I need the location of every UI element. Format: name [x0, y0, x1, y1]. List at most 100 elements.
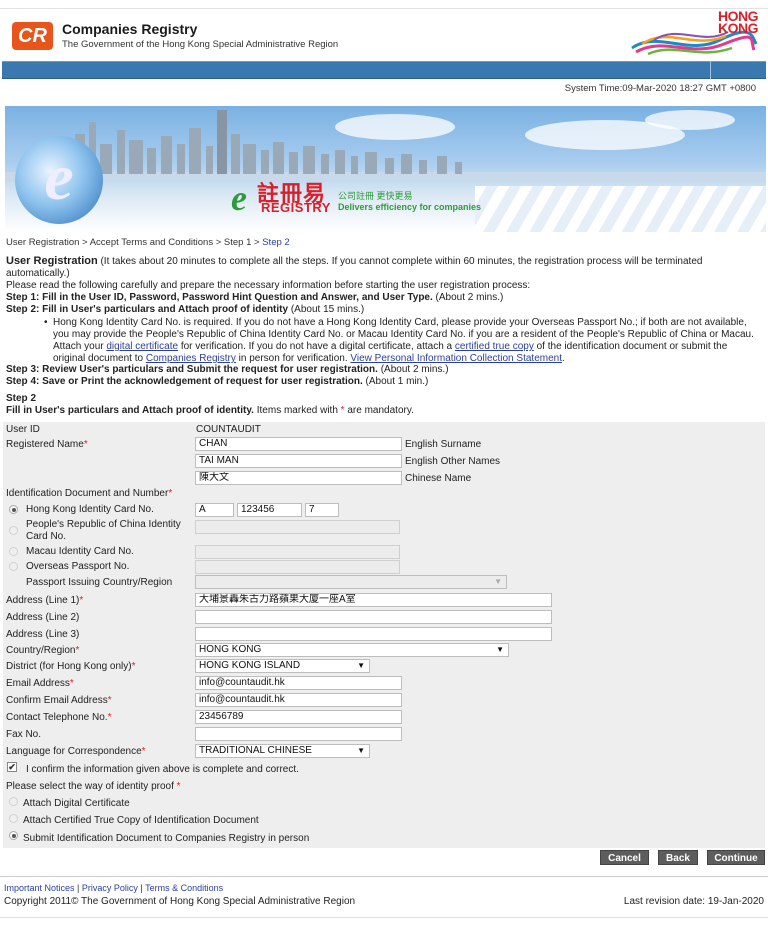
- email-input[interactable]: info@countaudit.hk: [195, 676, 402, 690]
- back-button[interactable]: Back: [658, 850, 698, 865]
- continue-button[interactable]: Continue: [707, 850, 765, 865]
- address-line2-input[interactable]: [195, 610, 552, 624]
- address-line3-input[interactable]: [195, 627, 552, 641]
- address-line1-input[interactable]: 大埔景轟朱古力路蘋果大廈一座A室: [195, 593, 552, 607]
- copyright-notice: Copyright 2011© The Government of Hong K…: [4, 896, 356, 907]
- proof-in-person-label: Submit Identification Document to Compan…: [23, 833, 310, 844]
- macau-id-input[interactable]: [195, 545, 400, 559]
- district-select-value: HONG KONG ISLAND: [199, 660, 301, 671]
- navigation-bar: [2, 61, 766, 79]
- proof-in-person-radio[interactable]: [9, 831, 18, 840]
- breadcrumb: User Registration > Accept Terms and Con…: [6, 237, 290, 248]
- hkid-label: Hong Kong Identity Card No.: [26, 504, 154, 515]
- prc-id-label-line: Card No.: [26, 531, 67, 542]
- phone-label: Contact Telephone No.*: [6, 712, 111, 723]
- prc-id-label-line: People's Republic of China Identity: [26, 519, 181, 530]
- step1-time: (About 2 mins.): [432, 292, 504, 303]
- hkid-check-digit-input[interactable]: 7: [305, 503, 339, 517]
- breadcrumb-current: Step 2: [262, 237, 290, 248]
- step4-title: Step 4: Save or Print the acknowledgemen…: [6, 376, 363, 387]
- banner-stripes: [475, 186, 766, 232]
- required-marker: *: [176, 781, 181, 792]
- hkid-number-input[interactable]: 123456: [237, 503, 302, 517]
- address-line1-label-text: Address (Line 1): [6, 595, 80, 606]
- address-line1-label: Address (Line 1)*: [6, 595, 83, 606]
- prc-id-input[interactable]: [195, 520, 400, 534]
- registered-name-label: Registered Name*: [6, 439, 88, 450]
- page-title: User Registration: [6, 255, 98, 267]
- companies-registry-logo[interactable]: CR: [12, 22, 53, 50]
- intro-heading: User Registration (It takes about 20 min…: [6, 255, 746, 280]
- english-surname-input[interactable]: CHAN: [195, 437, 402, 451]
- passport-country-select[interactable]: ▼: [195, 575, 507, 589]
- hkid-radio[interactable]: [9, 505, 18, 514]
- required-marker: *: [107, 695, 112, 706]
- language-select[interactable]: TRADITIONAL CHINESE ▼: [195, 744, 370, 758]
- proof-certified-copy-radio[interactable]: [9, 814, 18, 823]
- english-surname-caption: English Surname: [405, 439, 482, 450]
- fax-input[interactable]: [195, 727, 402, 741]
- breadcrumb-separator: >: [251, 237, 263, 248]
- identification-document-label: Identification Document and Number*: [6, 488, 172, 499]
- english-other-names-input[interactable]: TAI MAN: [195, 454, 402, 468]
- email-label: Email Address*: [6, 678, 74, 689]
- required-marker: *: [131, 661, 136, 672]
- country-select-value: HONG KONG: [199, 644, 262, 655]
- step1-description: Step 1: Fill in the User ID, Password, P…: [6, 292, 503, 304]
- district-label-text: District (for Hong Kong only): [6, 661, 132, 672]
- chevron-down-icon: ▼: [496, 645, 504, 654]
- banner-cloud: [335, 114, 455, 140]
- macau-id-radio[interactable]: [9, 547, 18, 556]
- proof-certified-copy-label: Attach Certified True Copy of Identifica…: [23, 815, 259, 826]
- user-id-label: User ID: [6, 424, 40, 435]
- confirm-email-input[interactable]: info@countaudit.hk: [195, 693, 402, 707]
- email-label-text: Email Address: [6, 678, 70, 689]
- footer-divider: [0, 876, 768, 877]
- section-step-label: Step 2: [6, 393, 37, 404]
- overseas-passport-label: Overseas Passport No.: [26, 561, 130, 572]
- footer-separator: |: [74, 883, 82, 893]
- phone-input[interactable]: 23456789: [195, 710, 402, 724]
- passport-country-label: Passport Issuing Country/Region: [26, 577, 173, 588]
- digital-certificate-link[interactable]: digital certificate: [106, 341, 178, 352]
- companies-registry-link[interactable]: Companies Registry: [146, 353, 236, 364]
- cancel-button[interactable]: Cancel: [600, 850, 649, 865]
- identity-proof-label: Please select the way of identity proof …: [6, 781, 181, 792]
- chinese-name-caption: Chinese Name: [405, 473, 472, 484]
- overseas-passport-radio[interactable]: [9, 562, 18, 571]
- confirm-checkbox[interactable]: ✔: [7, 762, 17, 772]
- fax-label: Fax No.: [6, 729, 42, 740]
- confirm-email-label: Confirm Email Address*: [6, 695, 112, 706]
- important-notices-link[interactable]: Important Notices: [4, 883, 75, 893]
- english-other-names-caption: English Other Names: [405, 456, 501, 467]
- hk-logo-line2: KONG: [718, 20, 759, 36]
- section-heading: Fill in User's particulars and Attach pr…: [6, 405, 414, 417]
- hkid-prefix-input[interactable]: A: [195, 503, 234, 517]
- e-registry-tagline-chinese: 公司註冊 更快更易: [338, 191, 413, 201]
- country-select[interactable]: HONG KONG ▼: [195, 643, 509, 657]
- required-marker: *: [141, 746, 146, 757]
- terms-conditions-link[interactable]: Terms & Conditions: [145, 883, 223, 893]
- chinese-name-input[interactable]: 陳大文: [195, 471, 402, 485]
- e-globe-logo-icon: e: [15, 136, 103, 224]
- site-subtitle: The Government of the Hong Kong Special …: [62, 39, 339, 50]
- step1-title: Step 1: Fill in the User ID, Password, P…: [6, 292, 433, 303]
- phone-label-text: Contact Telephone No.: [6, 712, 108, 723]
- breadcrumb-separator: >: [79, 237, 90, 248]
- site-title: Companies Registry: [62, 21, 198, 37]
- step2-time: (About 15 mins.): [288, 304, 365, 315]
- overseas-passport-input[interactable]: [195, 560, 400, 574]
- certified-true-copy-link[interactable]: certified true copy: [455, 341, 534, 352]
- breadcrumb-separator: >: [213, 237, 224, 248]
- required-marker: *: [168, 488, 173, 499]
- banner-cloud: [645, 110, 735, 130]
- proof-digital-certificate-label: Attach Digital Certificate: [23, 798, 130, 809]
- district-select[interactable]: HONG KONG ISLAND ▼: [195, 659, 370, 673]
- step2-title: Step 2: Fill in User's particulars and A…: [6, 304, 289, 315]
- personal-information-statement-link[interactable]: View Personal Information Collection Sta…: [350, 353, 562, 364]
- proof-digital-certificate-radio[interactable]: [9, 797, 18, 806]
- prc-id-radio[interactable]: [9, 526, 18, 535]
- footer-separator: |: [137, 883, 146, 893]
- step2-details-text: .: [561, 353, 565, 364]
- privacy-policy-link[interactable]: Privacy Policy: [82, 883, 138, 893]
